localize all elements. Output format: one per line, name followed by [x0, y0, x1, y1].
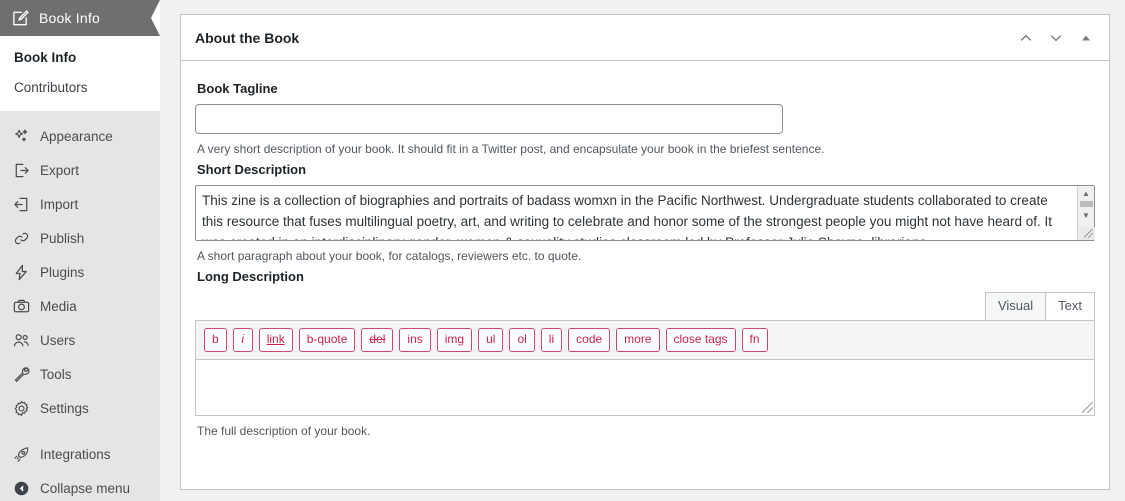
tab-visual[interactable]: Visual [984, 292, 1047, 320]
sidebar-item-label: Settings [40, 400, 89, 416]
edit-page-icon [10, 8, 30, 28]
panel-header: About the Book [181, 15, 1109, 61]
sidebar-item-publish[interactable]: Publish [0, 221, 160, 255]
users-icon [10, 329, 32, 351]
quicktag-li[interactable]: li [540, 328, 563, 352]
media-camera-icon [10, 295, 32, 317]
quicktags-toolbar: b i link b-quote del ins img ul ol li code more clos… [195, 320, 1095, 360]
book-tagline-label: Book Tagline [197, 81, 278, 96]
about-the-book-panel: About the Book Book Tagline A very short… [180, 14, 1110, 490]
short-description-help: A short paragraph about your book, for c… [197, 249, 582, 263]
sidebar-subitem-contributors[interactable]: Contributors [0, 73, 160, 103]
tab-text[interactable]: Text [1046, 292, 1095, 320]
import-icon [10, 193, 32, 215]
long-description-help: The full description of your book. [197, 424, 371, 438]
short-description-textarea[interactable] [195, 185, 1095, 241]
chevron-up-icon[interactable] [1011, 23, 1041, 53]
sidebar-item-media[interactable]: Media [0, 289, 160, 323]
book-tagline-input[interactable] [195, 104, 783, 134]
export-icon [10, 159, 32, 181]
sidebar-collapse-label: Collapse menu [40, 480, 131, 496]
sidebar-menu-list: Appearance Export Import Publish Plugins… [0, 111, 160, 501]
quicktag-ins[interactable]: ins [399, 328, 431, 352]
sidebar-submenu: Book Info Contributors [0, 36, 160, 112]
sidebar-item-label: Import [40, 196, 79, 212]
quicktag-fn[interactable]: fn [741, 328, 768, 352]
integrations-rocket-icon [10, 443, 32, 465]
page-title: About the Book [195, 29, 300, 46]
publish-link-icon [10, 227, 32, 249]
short-description-scrollbar[interactable]: ▲ ▼ [1077, 186, 1095, 240]
long-description-editor: Visual Text b i link b-quote del ins img ul ol li… [195, 292, 1095, 416]
admin-sidebar: Book Info Book Info Contributors Appeara… [0, 0, 160, 501]
triangle-up-icon[interactable] [1071, 23, 1101, 53]
sidebar-item-label: Users [40, 332, 76, 348]
quicktag-ol[interactable]: ol [509, 328, 535, 352]
quicktag-more[interactable]: more [616, 328, 660, 352]
sidebar-subitem-book-info[interactable]: Book Info [0, 43, 160, 73]
sidebar-item-label: Publish [40, 230, 85, 246]
tools-wrench-icon [10, 363, 32, 385]
appearance-icon [10, 125, 32, 147]
chevron-down-icon[interactable] [1041, 23, 1071, 53]
long-description-label: Long Description [197, 269, 304, 284]
collapse-arrow-icon [10, 477, 32, 499]
sidebar-item-import[interactable]: Import [0, 187, 160, 221]
sidebar-item-tools[interactable]: Tools [0, 357, 160, 391]
sidebar-active-label: Book Info [39, 10, 100, 26]
main-content: About the Book Book Tagline A very short… [160, 0, 1125, 501]
sidebar-item-appearance[interactable]: Appearance [0, 119, 160, 153]
resize-grip-icon[interactable] [1077, 227, 1095, 240]
quicktag-b-quote[interactable]: b-quote [298, 328, 356, 352]
scroll-down-icon[interactable]: ▼ [1078, 208, 1095, 222]
sidebar-item-export[interactable]: Export [0, 153, 160, 187]
sidebar-item-label: Export [40, 162, 80, 178]
short-description-wrap: ▲ ▼ [195, 185, 1095, 241]
long-description-area-wrap [195, 360, 1095, 416]
quicktag-del[interactable]: del [361, 328, 394, 352]
quicktag-ul[interactable]: ul [478, 328, 504, 352]
quicktag-img[interactable]: img [436, 328, 473, 352]
sidebar-item-plugins[interactable]: Plugins [0, 255, 160, 289]
scrollbar-thumb[interactable] [1079, 201, 1093, 207]
quicktag-i[interactable]: i [232, 328, 253, 352]
sidebar-item-label: Plugins [40, 264, 85, 280]
scroll-up-icon[interactable]: ▲ [1078, 186, 1095, 200]
long-description-textarea[interactable] [195, 360, 1095, 416]
quicktag-link[interactable]: link [258, 328, 293, 352]
editor-tab-list: Visual Text [195, 292, 1095, 320]
settings-gear-icon [10, 397, 32, 419]
panel-body: Book Tagline A very short description of… [181, 61, 1109, 456]
short-description-label: Short Description [197, 162, 307, 177]
quicktag-code[interactable]: code [568, 328, 611, 352]
sidebar-item-label: Integrations [40, 446, 111, 462]
sidebar-item-label: Appearance [40, 128, 113, 144]
active-notch [151, 0, 160, 36]
admin-screen: Book Info Book Info Contributors Appeara… [0, 0, 1125, 501]
sidebar-item-users[interactable]: Users [0, 323, 160, 357]
sidebar-item-book-info-active[interactable]: Book Info [0, 0, 160, 36]
sidebar-collapse-menu[interactable]: Collapse menu [0, 471, 160, 501]
sidebar-item-settings[interactable]: Settings [0, 391, 160, 425]
sidebar-divider [0, 425, 160, 437]
sidebar-item-integrations[interactable]: Integrations [0, 437, 160, 471]
sidebar-item-label: Tools [40, 366, 72, 382]
book-tagline-help: A very short description of your book. I… [197, 142, 825, 156]
sidebar-item-label: Media [40, 298, 77, 314]
plugins-plug-icon [10, 261, 32, 283]
quicktag-b[interactable]: b [204, 328, 227, 352]
quicktag-close-tags[interactable]: close tags [665, 328, 736, 352]
